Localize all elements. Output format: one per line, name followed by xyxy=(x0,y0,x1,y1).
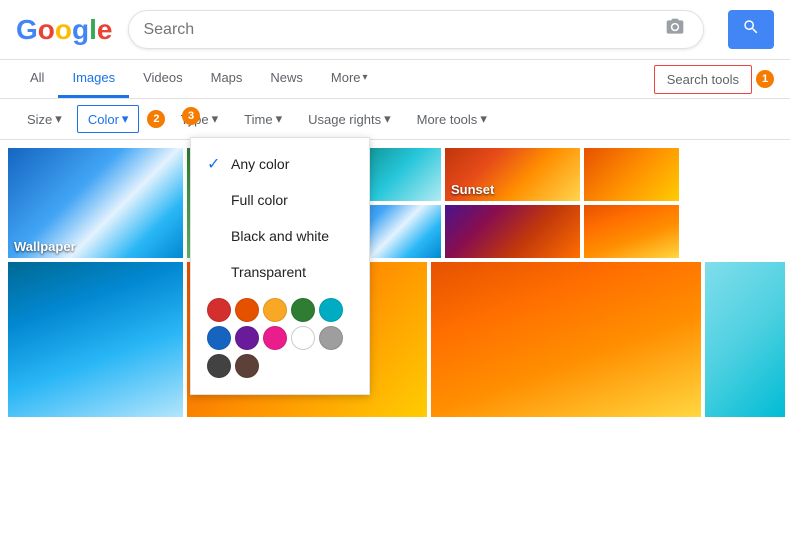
full-color-label: Full color xyxy=(231,192,288,208)
google-logo: Google xyxy=(16,14,112,46)
camera-icon xyxy=(665,17,685,37)
tab-all[interactable]: All xyxy=(16,60,58,98)
step-3-badge: 3 xyxy=(182,107,200,125)
swatch-red[interactable] xyxy=(207,298,231,322)
black-white-option[interactable]: ✓ Black and white xyxy=(191,218,369,254)
swatch-orange[interactable] xyxy=(235,298,259,322)
color-filter-button[interactable]: Color ▾ xyxy=(77,105,140,133)
nav-tabs: All Images Videos Maps News More ▾ Searc… xyxy=(0,60,790,99)
swatch-gray-light[interactable] xyxy=(319,326,343,350)
size-chevron-icon: ▾ xyxy=(55,111,62,127)
swatch-gray-dark[interactable] xyxy=(207,354,231,378)
logo-g2: g xyxy=(72,14,89,46)
swatch-teal[interactable] xyxy=(319,298,343,322)
image-thumb-group-sunset: Sunset xyxy=(445,148,580,258)
search-input[interactable]: surfing xyxy=(143,21,665,39)
image-thumb-bottom-1[interactable] xyxy=(8,262,183,417)
swatch-brown[interactable] xyxy=(235,354,259,378)
any-color-check-icon: ✓ xyxy=(207,154,223,174)
usage-rights-label: Usage rights xyxy=(308,112,381,127)
image-thumb-wallpaper[interactable]: Wallpaper xyxy=(8,148,183,258)
full-color-option[interactable]: ✓ Full color xyxy=(191,182,369,218)
usage-rights-chevron-icon: ▾ xyxy=(384,111,391,127)
color-swatches-grid xyxy=(191,290,369,386)
search-tools-label: Search tools xyxy=(667,72,739,87)
color-label: Color xyxy=(88,112,119,127)
swatch-purple[interactable] xyxy=(235,326,259,350)
swatch-pink[interactable] xyxy=(263,326,287,350)
swatch-yellow[interactable] xyxy=(263,298,287,322)
search-box: surfing xyxy=(128,10,704,49)
image-row-top: Wallpaper Sunset xyxy=(8,148,782,258)
image-grid: Wallpaper Sunset xyxy=(0,140,790,533)
step-1-badge: 1 xyxy=(756,70,774,88)
tab-news[interactable]: News xyxy=(256,60,317,98)
image-row-bottom xyxy=(8,262,782,417)
color-dropdown: ✓ Any color ✓ Full color ✓ Black and whi… xyxy=(190,137,370,395)
logo-e: e xyxy=(97,14,113,46)
image-thumb-sunset-main[interactable]: Sunset xyxy=(445,148,580,201)
time-chevron-icon: ▾ xyxy=(276,111,283,127)
image-thumb-group-right xyxy=(584,148,679,258)
logo-g: G xyxy=(16,14,38,46)
logo-o1: o xyxy=(38,14,55,46)
image-thumb-right-1[interactable] xyxy=(584,148,679,201)
header: Google surfing xyxy=(0,0,790,60)
image-thumb-bottom-4[interactable] xyxy=(705,262,785,417)
tab-maps[interactable]: Maps xyxy=(197,60,257,98)
any-color-label: Any color xyxy=(231,156,289,172)
search-tools-button[interactable]: Search tools xyxy=(654,65,752,94)
search-icon xyxy=(742,18,760,36)
logo-o2: o xyxy=(55,14,72,46)
image-thumb-right-2[interactable] xyxy=(584,205,679,258)
more-label: More xyxy=(331,70,361,85)
tab-images[interactable]: Images xyxy=(58,60,129,98)
transparent-label: Transparent xyxy=(231,264,306,280)
image-thumb-sunset-2[interactable] xyxy=(445,205,580,258)
swatch-white[interactable] xyxy=(291,326,315,350)
swatch-green[interactable] xyxy=(291,298,315,322)
time-filter-button[interactable]: Time ▾ xyxy=(233,105,293,133)
swatch-blue[interactable] xyxy=(207,326,231,350)
filter-bar: Size ▾ Color ▾ 2 Type ▾ Time ▾ Usage rig… xyxy=(0,99,790,140)
size-label: Size xyxy=(27,112,52,127)
tab-videos[interactable]: Videos xyxy=(129,60,197,98)
image-thumb-bottom-3[interactable] xyxy=(431,262,701,417)
type-chevron-icon: ▾ xyxy=(212,111,219,127)
image-label-sunset: Sunset xyxy=(451,182,494,197)
color-chevron-icon: ▾ xyxy=(122,111,129,127)
any-color-option[interactable]: ✓ Any color xyxy=(191,146,369,182)
camera-search-button[interactable] xyxy=(665,17,685,42)
usage-rights-filter-button[interactable]: Usage rights ▾ xyxy=(297,105,402,133)
search-button[interactable] xyxy=(728,10,774,49)
black-white-label: Black and white xyxy=(231,228,329,244)
logo-l: l xyxy=(89,14,97,46)
image-label-wallpaper: Wallpaper xyxy=(14,239,76,254)
more-tools-filter-button[interactable]: More tools ▾ xyxy=(406,105,498,133)
more-tools-chevron-icon: ▾ xyxy=(480,111,487,127)
size-filter-button[interactable]: Size ▾ xyxy=(16,105,73,133)
step-2-badge: 2 xyxy=(147,110,165,128)
more-tools-label: More tools xyxy=(417,112,478,127)
transparent-option[interactable]: ✓ Transparent xyxy=(191,254,369,290)
tab-more[interactable]: More ▾ xyxy=(317,60,382,98)
more-chevron-icon: ▾ xyxy=(363,72,368,83)
time-label: Time xyxy=(244,112,272,127)
